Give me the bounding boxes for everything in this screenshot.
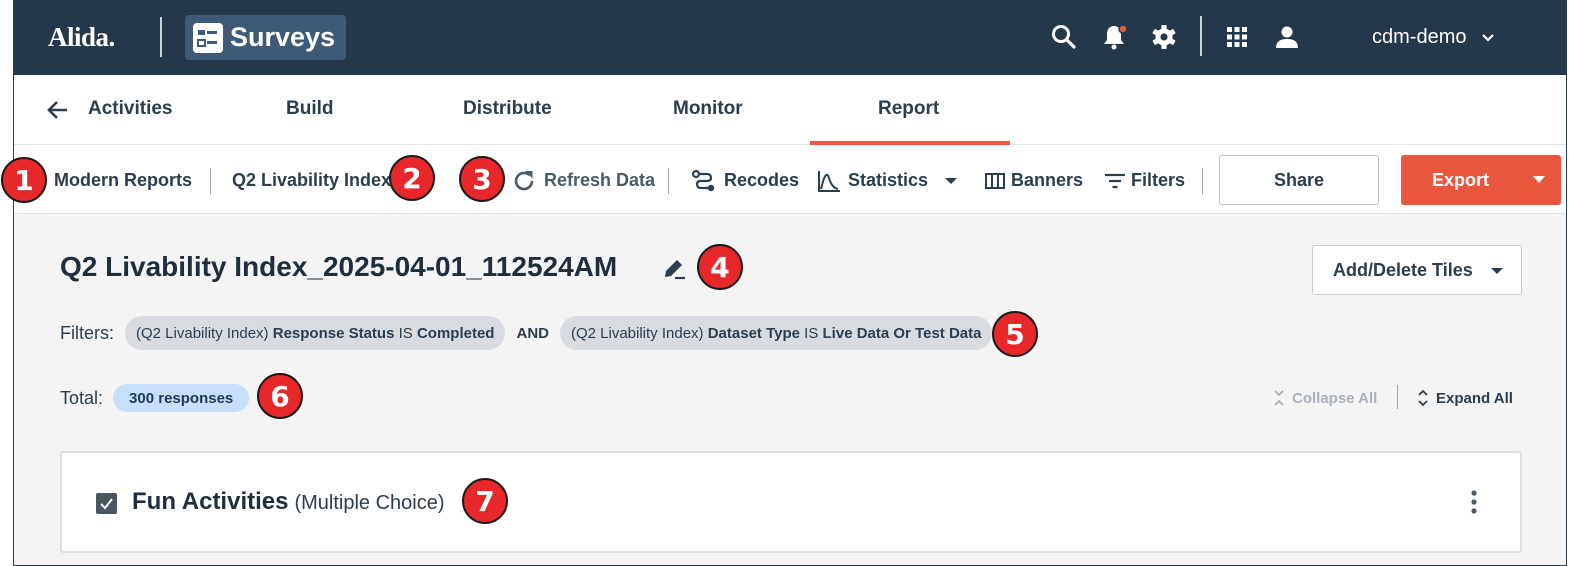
report-name-breadcrumb[interactable]: Q2 Livability Index: [232, 170, 391, 191]
person-icon[interactable]: [1273, 23, 1301, 51]
recodes-icon[interactable]: [691, 168, 717, 194]
callout-marker: 2: [389, 155, 435, 201]
checkbox-checked-icon[interactable]: [96, 493, 117, 514]
caret-down-icon[interactable]: [1533, 176, 1545, 183]
modern-reports-link[interactable]: Modern Reports: [54, 170, 192, 191]
user-name: cdm-demo: [1372, 26, 1467, 48]
filter-field: Response Status: [272, 324, 395, 342]
collapse-icon: [1274, 390, 1284, 406]
share-button[interactable]: Share: [1219, 155, 1379, 205]
filter-prefix: (Q2 Livability Index): [570, 324, 704, 342]
caret-down-icon[interactable]: [940, 173, 962, 189]
add-delete-tiles-label: Add/Delete Tiles: [1333, 259, 1473, 280]
banners-icon[interactable]: [982, 168, 1008, 194]
app-name: Surveys: [230, 22, 336, 52]
expand-all-label: Expand All: [1436, 389, 1513, 407]
tab-build[interactable]: Build: [286, 98, 334, 120]
filter-value: Completed: [416, 324, 495, 342]
export-label: Export: [1432, 169, 1490, 190]
filter-value: Live Data Or Test Data: [822, 324, 982, 342]
caret-down-icon: [1491, 268, 1503, 274]
toolbar-divider: [668, 168, 669, 194]
alida-logo[interactable]: Alida.: [48, 22, 115, 53]
report-toolbar: Modern Reports Q2 Livability Index Refre…: [14, 146, 1566, 214]
top-header: Alida. Surveys cdm-demo: [14, 0, 1566, 75]
nav-activities[interactable]: Activities: [88, 98, 172, 120]
collapse-all-button[interactable]: Collapse All: [1272, 389, 1377, 407]
responses-badge: 300 responses: [113, 384, 250, 412]
filter-operator: IS: [398, 324, 413, 342]
refresh-data-button[interactable]: Refresh Data: [544, 170, 655, 191]
app-switcher-surveys[interactable]: Surveys: [185, 15, 346, 60]
expand-icon: [1418, 389, 1428, 407]
question-title: Fun Activities (Multiple Choice): [132, 488, 445, 516]
toolbar-divider: [1202, 168, 1203, 194]
callout-marker: 3: [459, 156, 505, 202]
surveys-app-icon: [193, 22, 223, 53]
header-divider: [1200, 16, 1202, 56]
collapse-all-label: Collapse All: [1292, 389, 1378, 407]
statistics-button[interactable]: Statistics: [848, 170, 928, 191]
active-tab-indicator: [810, 141, 1010, 145]
filter-field: Dataset Type: [707, 324, 800, 342]
callout-marker: 4: [697, 244, 743, 290]
report-title: Q2 Livability Index_2025-04-01_112524AM: [60, 251, 618, 282]
toolbar-divider: [210, 168, 211, 194]
activity-nav: Activities Build Distribute Monitor Repo…: [14, 75, 1566, 145]
app-frame: Alida. Surveys cdm-demo Activities Build…: [13, 0, 1567, 566]
filter-chip[interactable]: (Q2 Livability Index) Response Status IS…: [125, 316, 506, 350]
callout-marker: 7: [462, 478, 508, 524]
filters-label: Filters:: [60, 322, 114, 343]
statistics-icon[interactable]: [816, 168, 842, 194]
banners-button[interactable]: Banners: [1011, 170, 1083, 191]
total-label: Total:: [60, 387, 104, 408]
filter-chip[interactable]: (Q2 Livability Index) Dataset Type IS Li…: [559, 316, 993, 350]
collapse-expand-divider: [1397, 385, 1398, 409]
tab-distribute[interactable]: Distribute: [463, 98, 552, 120]
apps-grid-icon[interactable]: [1223, 23, 1251, 51]
more-vertical-icon[interactable]: [1466, 489, 1482, 515]
bell-icon[interactable]: [1100, 23, 1128, 51]
chevron-down-icon: [1482, 33, 1495, 42]
tab-report[interactable]: Report: [878, 98, 939, 120]
filter-join: AND: [516, 324, 549, 342]
filter-icon[interactable]: [1102, 168, 1128, 194]
export-button[interactable]: Export: [1401, 155, 1561, 205]
refresh-icon[interactable]: [511, 168, 537, 194]
filters-button[interactable]: Filters: [1131, 170, 1185, 191]
callout-marker: 6: [257, 373, 303, 419]
question-tile: Fun Activities (Multiple Choice): [60, 451, 1522, 553]
report-content: Q2 Livability Index_2025-04-01_112524AM …: [14, 215, 1566, 565]
total-responses: Total: 300 responses: [60, 384, 250, 412]
tab-monitor[interactable]: Monitor: [673, 98, 743, 120]
add-delete-tiles-button[interactable]: Add/Delete Tiles: [1312, 245, 1522, 295]
user-menu[interactable]: cdm-demo: [1372, 26, 1496, 49]
recodes-button[interactable]: Recodes: [724, 170, 799, 191]
edit-pencil-icon[interactable]: [661, 255, 687, 281]
header-divider: [160, 17, 162, 57]
question-name: Fun Activities: [132, 488, 289, 515]
filter-operator: IS: [804, 324, 819, 342]
callout-marker: 5: [992, 311, 1038, 357]
filter-prefix: (Q2 Livability Index): [136, 324, 269, 342]
search-icon[interactable]: [1050, 23, 1078, 51]
expand-all-button[interactable]: Expand All: [1416, 389, 1513, 407]
arrow-left-icon[interactable]: [46, 98, 70, 122]
question-type: (Multiple Choice): [294, 492, 445, 514]
applied-filters: Filters: (Q2 Livability Index) Response …: [60, 316, 993, 350]
gear-icon[interactable]: [1150, 23, 1178, 51]
callout-marker: 1: [1, 157, 47, 203]
